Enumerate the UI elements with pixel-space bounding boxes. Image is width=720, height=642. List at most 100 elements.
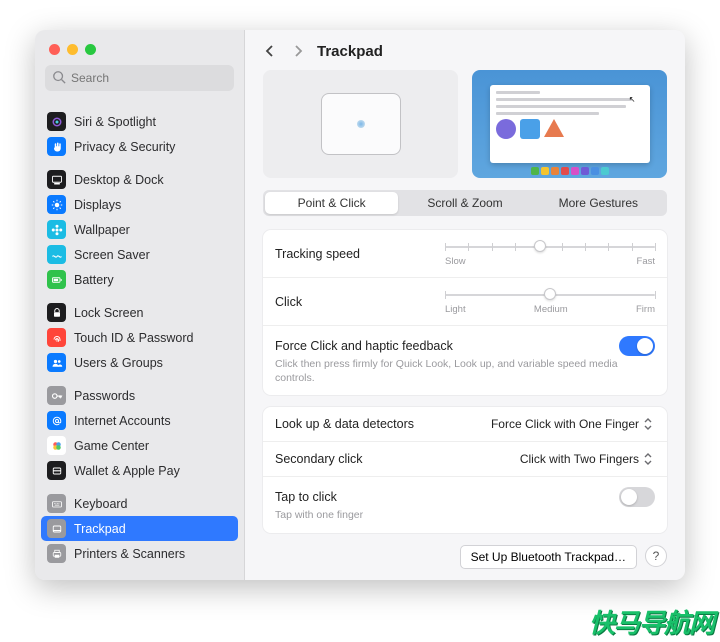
slider-knob[interactable] — [534, 240, 546, 252]
tracking-speed-label: Tracking speed — [275, 247, 360, 261]
sidebar: Siri & Spotlight Privacy & Security Deskto… — [35, 30, 245, 580]
tab-segmented-control[interactable]: Point & ClickScroll & ZoomMore Gestures — [263, 190, 667, 216]
search-field[interactable] — [45, 65, 234, 91]
sidebar-item-wallet-apple-pay[interactable]: Wallet & Apple Pay — [41, 458, 238, 483]
minimize-window-button[interactable] — [67, 44, 78, 55]
sidebar-item-label: Screen Saver — [74, 248, 150, 262]
content-body: ↖ Point & ClickScroll & ZoomMore — [245, 70, 685, 580]
popups-card: Look up & data detectors Force Click wit… — [263, 407, 667, 533]
sidebar-item-label: Printers & Scanners — [74, 547, 185, 561]
tab-more-gestures[interactable]: More Gestures — [532, 192, 665, 214]
main-pane: Trackpad ↖ — [245, 30, 685, 580]
setup-bluetooth-button[interactable]: Set Up Bluetooth Trackpad… — [460, 545, 637, 569]
sidebar-item-label: Passwords — [74, 389, 135, 403]
sidebar-item-label: Lock Screen — [74, 306, 143, 320]
square-shape-icon — [520, 119, 540, 139]
tab-scroll-zoom[interactable]: Scroll & Zoom — [398, 192, 531, 214]
sidebar-item-label: Internet Accounts — [74, 414, 171, 428]
sidebar-item-label: Siri & Spotlight — [74, 115, 156, 129]
sidebar-item-label: Keyboard — [74, 497, 128, 511]
sidebar-item-wallpaper[interactable]: Wallpaper — [41, 217, 238, 242]
footer-row: Set Up Bluetooth Trackpad… ? — [263, 545, 667, 569]
touch-dot-icon — [357, 120, 365, 128]
sidebar-item-displays[interactable]: Displays — [41, 192, 238, 217]
sliders-card: Tracking speed Slow Fast Click — [263, 230, 667, 395]
slider-knob[interactable] — [544, 288, 556, 300]
printer-icon — [47, 544, 66, 563]
force-click-desc: Click then press firmly for Quick Look, … — [275, 358, 655, 385]
click-label: Click — [275, 295, 302, 309]
lookup-popup[interactable]: Force Click with One Finger — [491, 417, 655, 431]
click-slider[interactable]: Light Medium Firm — [445, 288, 655, 315]
back-button[interactable] — [261, 42, 279, 60]
search-input[interactable] — [45, 65, 234, 91]
triangle-shape-icon — [544, 119, 564, 137]
trackpad-icon — [47, 519, 66, 538]
window-controls — [35, 30, 244, 65]
page-title: Trackpad — [317, 43, 383, 60]
at-icon — [47, 411, 66, 430]
sidebar-item-label: Desktop & Dock — [74, 173, 164, 187]
lookup-row: Look up & data detectors Force Click wit… — [263, 407, 667, 442]
sidebar-item-game-center[interactable]: Game Center — [41, 433, 238, 458]
sidebar-item-privacy-security[interactable]: Privacy & Security — [41, 134, 238, 159]
sidebar-item-passwords[interactable]: Passwords — [41, 383, 238, 408]
gesture-preview: ↖ — [472, 70, 667, 178]
sidebar-item-desktop-dock[interactable]: Desktop & Dock — [41, 167, 238, 192]
sidebar-item-label: Battery — [74, 273, 114, 287]
sidebar-item-label: Displays — [74, 198, 121, 212]
sidebar-item-keyboard[interactable]: Keyboard — [41, 491, 238, 516]
sidebar-item-label: Privacy & Security — [74, 140, 175, 154]
zoom-window-button[interactable] — [85, 44, 96, 55]
chevron-updown-icon — [643, 417, 655, 431]
force-click-row: Force Click and haptic feedback Click th… — [263, 326, 667, 395]
system-settings-window: Siri & Spotlight Privacy & Security Deskto… — [35, 30, 685, 580]
sidebar-nav: Siri & Spotlight Privacy & Security Deskto… — [35, 99, 244, 580]
key-icon — [47, 386, 66, 405]
click-row: Click Light Medium Firm — [263, 278, 667, 326]
sidebar-item-lock-screen[interactable]: Lock Screen — [41, 300, 238, 325]
dock-icon — [47, 170, 66, 189]
keyboard-icon — [47, 494, 66, 513]
secondary-click-row: Secondary click Click with Two Fingers — [263, 442, 667, 477]
sidebar-item-trackpad[interactable]: Trackpad — [41, 516, 238, 541]
tab-point-click[interactable]: Point & Click — [265, 192, 398, 214]
force-click-toggle[interactable] — [619, 336, 655, 356]
sidebar-item-label: Touch ID & Password — [74, 331, 194, 345]
sidebar-item-label: Trackpad — [74, 522, 126, 536]
hand-icon — [47, 137, 66, 156]
tap-to-click-label: Tap to click — [275, 490, 337, 504]
tracking-speed-slider[interactable]: Slow Fast — [445, 240, 655, 267]
trackpad-illustration — [263, 70, 458, 178]
preview-row: ↖ — [263, 70, 667, 178]
search-icon — [52, 70, 66, 84]
wave-icon — [47, 245, 66, 264]
tap-to-click-toggle[interactable] — [619, 487, 655, 507]
sidebar-item-users-groups[interactable]: Users & Groups — [41, 350, 238, 375]
sun-icon — [47, 195, 66, 214]
chevron-left-icon — [265, 44, 275, 58]
secondary-click-popup[interactable]: Click with Two Fingers — [520, 452, 655, 466]
finger-icon — [47, 328, 66, 347]
sidebar-item-internet-accounts[interactable]: Internet Accounts — [41, 408, 238, 433]
wallet-icon — [47, 461, 66, 480]
sidebar-item-touch-id-password[interactable]: Touch ID & Password — [41, 325, 238, 350]
circle-shape-icon — [496, 119, 516, 139]
sidebar-item-printers-scanners[interactable]: Printers & Scanners — [41, 541, 238, 566]
flower-icon — [47, 220, 66, 239]
lock-icon — [47, 303, 66, 322]
secondary-click-label: Secondary click — [275, 452, 363, 466]
sidebar-item-siri-spotlight[interactable]: Siri & Spotlight — [41, 109, 238, 134]
sidebar-item-screen-saver[interactable]: Screen Saver — [41, 242, 238, 267]
cursor-icon: ↖ — [629, 95, 636, 104]
chevron-right-icon — [293, 44, 303, 58]
forward-button[interactable] — [289, 42, 307, 60]
close-window-button[interactable] — [49, 44, 60, 55]
users-icon — [47, 353, 66, 372]
siri-icon — [47, 112, 66, 131]
sidebar-item-label: Users & Groups — [74, 356, 163, 370]
lookup-label: Look up & data detectors — [275, 417, 414, 431]
sidebar-item-battery[interactable]: Battery — [41, 267, 238, 292]
sidebar-item-label: Game Center — [74, 439, 149, 453]
help-button[interactable]: ? — [645, 545, 667, 567]
